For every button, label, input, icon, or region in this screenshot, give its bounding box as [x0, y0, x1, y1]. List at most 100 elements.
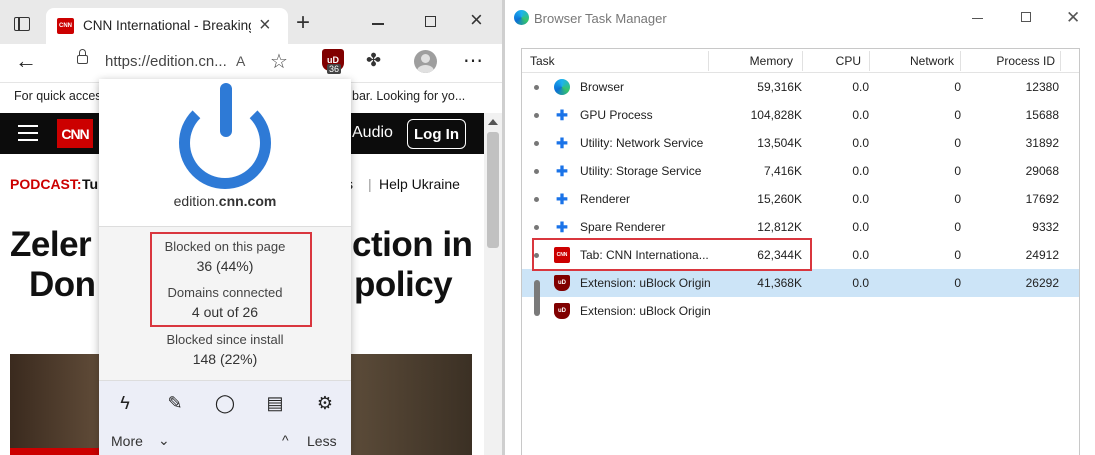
headline-line2-left[interactable]: Don [29, 265, 96, 305]
page-scroll-thumb[interactable] [487, 132, 499, 248]
row-cpu: 0.0 [852, 276, 869, 290]
minimize-icon[interactable] [372, 23, 384, 25]
puzzle-icon: ✚ [556, 191, 568, 207]
tab-strip: CNN CNN International - Breaking Ne × + … [0, 0, 502, 44]
scroll-up-icon[interactable] [488, 119, 498, 125]
headline-line2-right[interactable]: policy [354, 265, 453, 305]
row-network: 0 [954, 192, 961, 206]
row-task: Utility: Network Service [580, 136, 704, 150]
login-button[interactable]: Log In [407, 119, 466, 149]
column-memory[interactable]: Memory [750, 54, 793, 68]
table-row[interactable]: ✚ Renderer 15,260K 0.0 0 17692 [522, 185, 1079, 213]
column-separator[interactable] [960, 51, 961, 71]
row-task: GPU Process [580, 108, 653, 122]
row-memory: 15,260K [757, 192, 802, 206]
tm-maximize-icon[interactable] [1021, 12, 1031, 22]
ublock-badge: 36 [327, 64, 342, 74]
row-pid: 26292 [1025, 276, 1059, 290]
table-row[interactable]: ✚ GPU Process 104,828K 0.0 0 15688 [522, 101, 1079, 129]
tm-close-icon[interactable]: ✕ [1066, 8, 1080, 28]
address-bar[interactable]: https://edition.cn... [105, 53, 227, 70]
row-network: 0 [954, 80, 961, 94]
puzzle-icon: ✚ [556, 107, 568, 123]
row-pid: 24912 [1025, 248, 1059, 262]
column-process-id[interactable]: Process ID [996, 54, 1055, 68]
row-pid: 31892 [1025, 136, 1059, 150]
cnn-logo[interactable]: CNN [57, 119, 93, 148]
podcast-link[interactable]: Tu [82, 176, 98, 192]
headline-line1-left[interactable]: Zeler [10, 225, 92, 265]
edge-icon [554, 79, 570, 95]
tab-cnn[interactable]: CNN CNN International - Breaking Ne × [46, 8, 288, 44]
nav-audio-link[interactable]: Audio [352, 124, 393, 142]
puzzle-icon: ✚ [556, 135, 568, 151]
row-network: 0 [954, 220, 961, 234]
more-options-icon[interactable]: ⋯ [463, 48, 484, 73]
table-row[interactable]: ✚ Utility: Network Service 13,504K 0.0 0… [522, 129, 1079, 157]
row-memory: 13,504K [757, 136, 802, 150]
row-pid: 9332 [1032, 220, 1059, 234]
maximize-icon[interactable] [425, 16, 436, 27]
table-row[interactable]: Browser 59,316K 0.0 0 12380 [522, 73, 1079, 101]
tab-close-icon[interactable]: × [259, 15, 271, 35]
comment-icon[interactable]: ◯ [213, 393, 237, 414]
row-cpu: 0.0 [852, 108, 869, 122]
column-cpu[interactable]: CPU [836, 54, 861, 68]
new-tab-button[interactable]: + [296, 11, 310, 35]
column-separator[interactable] [802, 51, 803, 71]
popup-header: edition.cnn.com [99, 79, 351, 226]
row-cpu: 0.0 [852, 164, 869, 178]
row-task: Browser [580, 80, 625, 94]
power-icon-bar[interactable] [220, 83, 232, 137]
row-dot [534, 169, 539, 174]
help-ukraine-link[interactable]: Help Ukraine [379, 176, 460, 192]
row-dot [534, 113, 539, 118]
logger-icon[interactable]: ▤ [263, 393, 287, 414]
table-row-selected[interactable]: uD Extension: uBlock Origin 41,368K 0.0 … [522, 269, 1079, 297]
chevron-down-icon[interactable]: ⌄ [158, 432, 170, 449]
lightning-icon[interactable]: ϟ [113, 393, 137, 414]
settings-gears-icon[interactable]: ⚙ [313, 393, 337, 414]
less-button[interactable]: Less [307, 433, 337, 449]
favorites-bar-text-2[interactable]: bar. Looking for yo... [352, 89, 465, 103]
tm-minimize-icon[interactable] [972, 18, 983, 19]
eyedropper-icon[interactable]: ✎ [163, 393, 187, 414]
table-row[interactable]: ✚ Spare Renderer 12,812K 0.0 0 9332 [522, 213, 1079, 241]
column-separator[interactable] [869, 51, 870, 71]
row-network: 0 [954, 248, 961, 262]
profile-avatar[interactable] [414, 50, 437, 73]
more-button[interactable]: More [111, 433, 143, 449]
row-pid: 15688 [1025, 108, 1059, 122]
podcast-label: PODCAST: [10, 176, 82, 192]
ublock-icon: uD [554, 275, 570, 291]
tab-title: CNN International - Breaking Ne [83, 18, 251, 33]
row-pid: 12380 [1025, 80, 1059, 94]
row-dot [534, 141, 539, 146]
column-separator[interactable] [708, 51, 709, 71]
popup-hostname: edition.cnn.com [99, 193, 351, 209]
row-memory: 12,812K [757, 220, 802, 234]
row-pid: 29068 [1025, 164, 1059, 178]
puzzle-icon: ✚ [556, 219, 568, 235]
hostname-prefix: edition. [173, 193, 219, 209]
table-row[interactable]: uD Extension: uBlock Origin [522, 297, 1079, 325]
browser-window: CNN CNN International - Breaking Ne × + … [0, 0, 502, 455]
row-memory: 59,316K [757, 80, 802, 94]
column-separator[interactable] [1060, 51, 1061, 71]
lock-icon[interactable] [77, 49, 88, 64]
chevron-up-icon[interactable]: ^ [282, 432, 289, 448]
headline-line1-right[interactable]: ction in [352, 225, 473, 265]
extensions-puzzle-icon[interactable]: ✤ [366, 50, 381, 71]
back-arrow-icon[interactable]: ← [15, 49, 37, 73]
row-pid: 17692 [1025, 192, 1059, 206]
column-task[interactable]: Task [530, 54, 555, 68]
table-row[interactable]: ✚ Utility: Storage Service 7,416K 0.0 0 … [522, 157, 1079, 185]
tab-actions-icon[interactable] [14, 17, 30, 31]
add-favorite-icon[interactable]: ☆ [270, 49, 288, 74]
row-network: 0 [954, 276, 961, 290]
row-cpu: 0.0 [852, 192, 869, 206]
hamburger-menu-icon[interactable] [18, 125, 38, 127]
read-aloud-icon[interactable]: A [236, 53, 245, 69]
column-network[interactable]: Network [910, 54, 954, 68]
window-close-icon[interactable]: × [470, 9, 483, 31]
